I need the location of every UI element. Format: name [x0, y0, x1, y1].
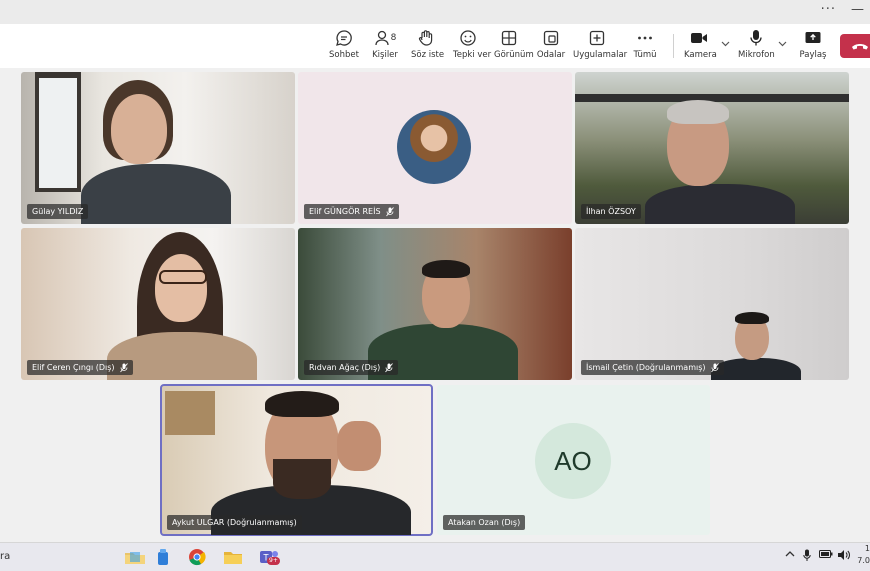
- participant-name-tag: İsmail Çetin (Doğrulanmamış): [581, 360, 724, 375]
- system-clock[interactable]: 1 7.0: [857, 543, 870, 567]
- people-button[interactable]: 8 Kişiler: [370, 27, 400, 60]
- folder-app-icon[interactable]: [220, 546, 246, 568]
- more-button[interactable]: Tümü: [632, 27, 658, 60]
- raise-hand-button[interactable]: Söz iste: [411, 27, 445, 60]
- os-taskbar: ra T 9+ 1 7.0: [0, 542, 870, 571]
- participant-name: Gülay YILDIZ: [32, 207, 84, 216]
- chrome-app-icon[interactable]: [184, 546, 210, 568]
- teams-notification-badge: 9+: [267, 557, 280, 565]
- microphone-options-chevron-icon[interactable]: [778, 40, 787, 50]
- participant-name: Atakan Ozan (Dış): [448, 518, 521, 527]
- rooms-label: Odalar: [536, 50, 566, 60]
- rooms-button[interactable]: Odalar: [536, 27, 566, 60]
- microphone-label: Mikrofon: [738, 50, 775, 60]
- file-explorer-app-icon[interactable]: [122, 546, 148, 568]
- microphone-button[interactable]: Mikrofon: [738, 27, 775, 60]
- participant-tile[interactable]: Elif Ceren Çıngı (Dış): [21, 228, 295, 380]
- participant-name-tag: Aykut ULGAR (Doğrulanmamış): [167, 515, 302, 530]
- minimize-button[interactable]: —: [851, 2, 864, 17]
- tray-microphone-icon[interactable]: [803, 549, 811, 565]
- participant-name-tag: İlhan ÖZSOY: [581, 204, 641, 219]
- participant-initials-avatar: AO: [535, 423, 611, 499]
- chat-icon: [329, 27, 359, 49]
- participant-tile[interactable]: AO Atakan Ozan (Dış): [437, 385, 710, 535]
- chat-button[interactable]: Sohbet: [329, 27, 359, 60]
- tray-volume-icon[interactable]: [837, 549, 850, 564]
- participant-tile[interactable]: İlhan ÖZSOY: [575, 72, 849, 224]
- more-label: Tümü: [633, 50, 657, 60]
- camera-options-chevron-icon[interactable]: [721, 40, 730, 50]
- muted-mic-icon: [385, 206, 394, 216]
- participant-tile[interactable]: Elif GÜNGÖR REİS: [298, 72, 572, 224]
- more-dots-icon: [632, 27, 658, 49]
- microphone-icon: [738, 27, 774, 49]
- view-button[interactable]: Görünüm: [494, 27, 534, 60]
- participant-name: İsmail Çetin (Doğrulanmamış): [586, 363, 706, 372]
- muted-mic-icon: [119, 362, 128, 372]
- camera-label: Kamera: [684, 50, 717, 60]
- people-icon: [374, 30, 389, 46]
- chat-label: Sohbet: [329, 50, 359, 60]
- raise-hand-label: Söz iste: [411, 50, 445, 60]
- hangup-phone-icon: [852, 44, 868, 50]
- participant-tile[interactable]: İsmail Çetin (Doğrulanmamış): [575, 228, 849, 380]
- participant-name-tag: Rıdvan Ağaç (Dış): [304, 360, 399, 375]
- participant-name: Aykut ULGAR (Doğrulanmamış): [172, 518, 297, 527]
- beard: [273, 459, 331, 499]
- people-label: Kişiler: [372, 50, 398, 60]
- share-button[interactable]: Paylaş: [798, 27, 828, 60]
- camera-button[interactable]: Kamera: [684, 27, 717, 60]
- wall-frame: [165, 391, 215, 435]
- muted-mic-icon: [710, 362, 719, 372]
- participant-name-tag: Elif Ceren Çıngı (Dış): [27, 360, 133, 375]
- glasses: [159, 270, 207, 284]
- react-button[interactable]: Tepki ver: [453, 27, 492, 60]
- more-options-button[interactable]: ···: [821, 2, 836, 17]
- clock-time: 1: [864, 544, 870, 553]
- participant-name: Elif GÜNGÖR REİS: [309, 207, 381, 216]
- react-label: Tepki ver: [453, 50, 492, 60]
- participant-tile[interactable]: Aykut ULGAR (Doğrulanmamış): [160, 384, 433, 536]
- taskbar-search-text[interactable]: ra: [0, 551, 10, 562]
- tray-chevron-up-icon[interactable]: [785, 549, 795, 560]
- participant-name-tag: Atakan Ozan (Dış): [443, 515, 526, 530]
- leave-call-button[interactable]: [840, 34, 870, 58]
- grid-view-icon: [494, 27, 524, 49]
- share-label: Paylaş: [799, 50, 827, 60]
- clock-date: 7.0: [857, 556, 870, 565]
- video-grid: Gülay YILDIZ Elif GÜNGÖR REİS İlhan ÖZSO…: [0, 68, 870, 542]
- participant-name-tag: Elif GÜNGÖR REİS: [304, 204, 399, 219]
- window-light: [39, 78, 77, 188]
- apps-button[interactable]: Uygulamalar: [573, 27, 628, 60]
- window-titlebar: ··· —: [0, 0, 870, 24]
- apps-label: Uygulamalar: [573, 50, 628, 60]
- participant-tile[interactable]: Rıdvan Ağaç (Dış): [298, 228, 572, 380]
- people-count: 8: [390, 33, 397, 43]
- hand-icon: [411, 27, 441, 49]
- smiley-icon: [453, 27, 483, 49]
- teams-app-icon[interactable]: T 9+: [256, 546, 282, 568]
- recycle-bin-app-icon[interactable]: [150, 546, 176, 568]
- camera-icon: [684, 27, 714, 49]
- participant-name: İlhan ÖZSOY: [586, 207, 636, 216]
- tray-battery-icon[interactable]: [819, 549, 833, 562]
- participant-name-tag: Gülay YILDIZ: [27, 204, 89, 219]
- view-label: Görünüm: [494, 50, 534, 60]
- raised-hand: [337, 421, 381, 471]
- participant-name: Rıdvan Ağaç (Dış): [309, 363, 381, 372]
- muted-mic-icon: [385, 362, 394, 372]
- add-app-icon: [573, 27, 621, 49]
- meeting-toolbar: Sohbet 8 Kişiler Söz iste Tepki ver Görü…: [0, 24, 870, 69]
- breakout-rooms-icon: [536, 27, 566, 49]
- participant-name: Elif Ceren Çıngı (Dış): [32, 363, 115, 372]
- toolbar-divider: [673, 34, 674, 58]
- participant-avatar: [397, 110, 471, 184]
- participant-tile[interactable]: Gülay YILDIZ: [21, 72, 295, 224]
- share-screen-icon: [798, 27, 828, 49]
